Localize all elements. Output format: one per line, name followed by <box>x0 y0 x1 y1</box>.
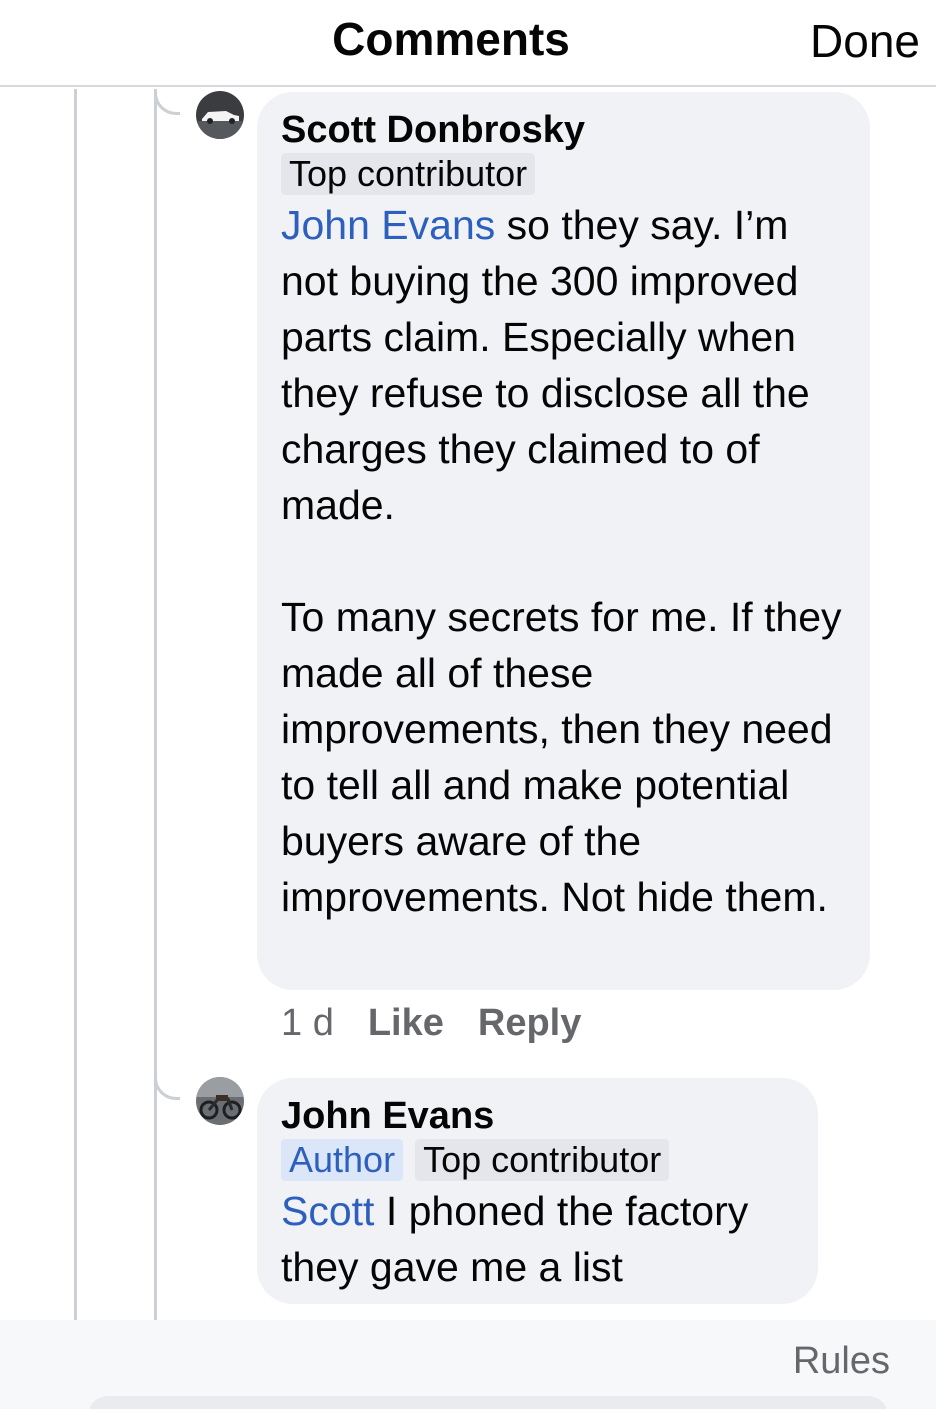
badge-row: Author Top contributor <box>281 1139 794 1181</box>
badge-row: Top contributor <box>281 153 846 195</box>
comment-text: Scott I phoned the factory they gave me … <box>281 1183 794 1295</box>
comment-actions: 1 d Like Reply <box>281 1002 615 1045</box>
thread-line-outer <box>74 89 77 1320</box>
reply-connector <box>154 1058 180 1100</box>
like-button[interactable]: Like <box>368 1002 444 1045</box>
mention-link[interactable]: John Evans <box>281 202 495 248</box>
comment-author[interactable]: John Evans <box>281 1094 794 1138</box>
comment-bubble: Scott Donbrosky Top contributor John Eva… <box>257 92 870 990</box>
top-contributor-badge: Top contributor <box>281 153 536 195</box>
done-button[interactable]: Done <box>810 14 920 68</box>
comment-text: John Evans so they say. I’m not buying t… <box>281 197 846 925</box>
reply-connector <box>154 89 180 115</box>
comment-bubble: John Evans Author Top contributor Scott … <box>257 1078 818 1304</box>
car-photo-icon <box>196 91 244 139</box>
comment-timestamp[interactable]: 1 d <box>281 1002 334 1045</box>
comment-author[interactable]: Scott Donbrosky <box>281 108 846 152</box>
rules-link[interactable]: Rules <box>793 1340 890 1383</box>
page-title: Comments <box>332 13 570 65</box>
comment-input[interactable] <box>88 1396 888 1409</box>
mention-link[interactable]: Scott <box>281 1188 374 1234</box>
header-bar: Comments Done <box>0 0 936 87</box>
top-contributor-badge: Top contributor <box>415 1139 670 1181</box>
thread-line-inner <box>154 89 157 1320</box>
reply-button[interactable]: Reply <box>478 1002 581 1045</box>
comment-body: so they say. I’m not buying the 300 impr… <box>281 202 842 920</box>
motorcycle-photo-icon <box>196 1077 244 1125</box>
avatar[interactable] <box>196 1077 244 1125</box>
author-badge: Author <box>281 1139 404 1181</box>
footer-bar: Rules <box>0 1320 936 1409</box>
avatar[interactable] <box>196 91 244 139</box>
